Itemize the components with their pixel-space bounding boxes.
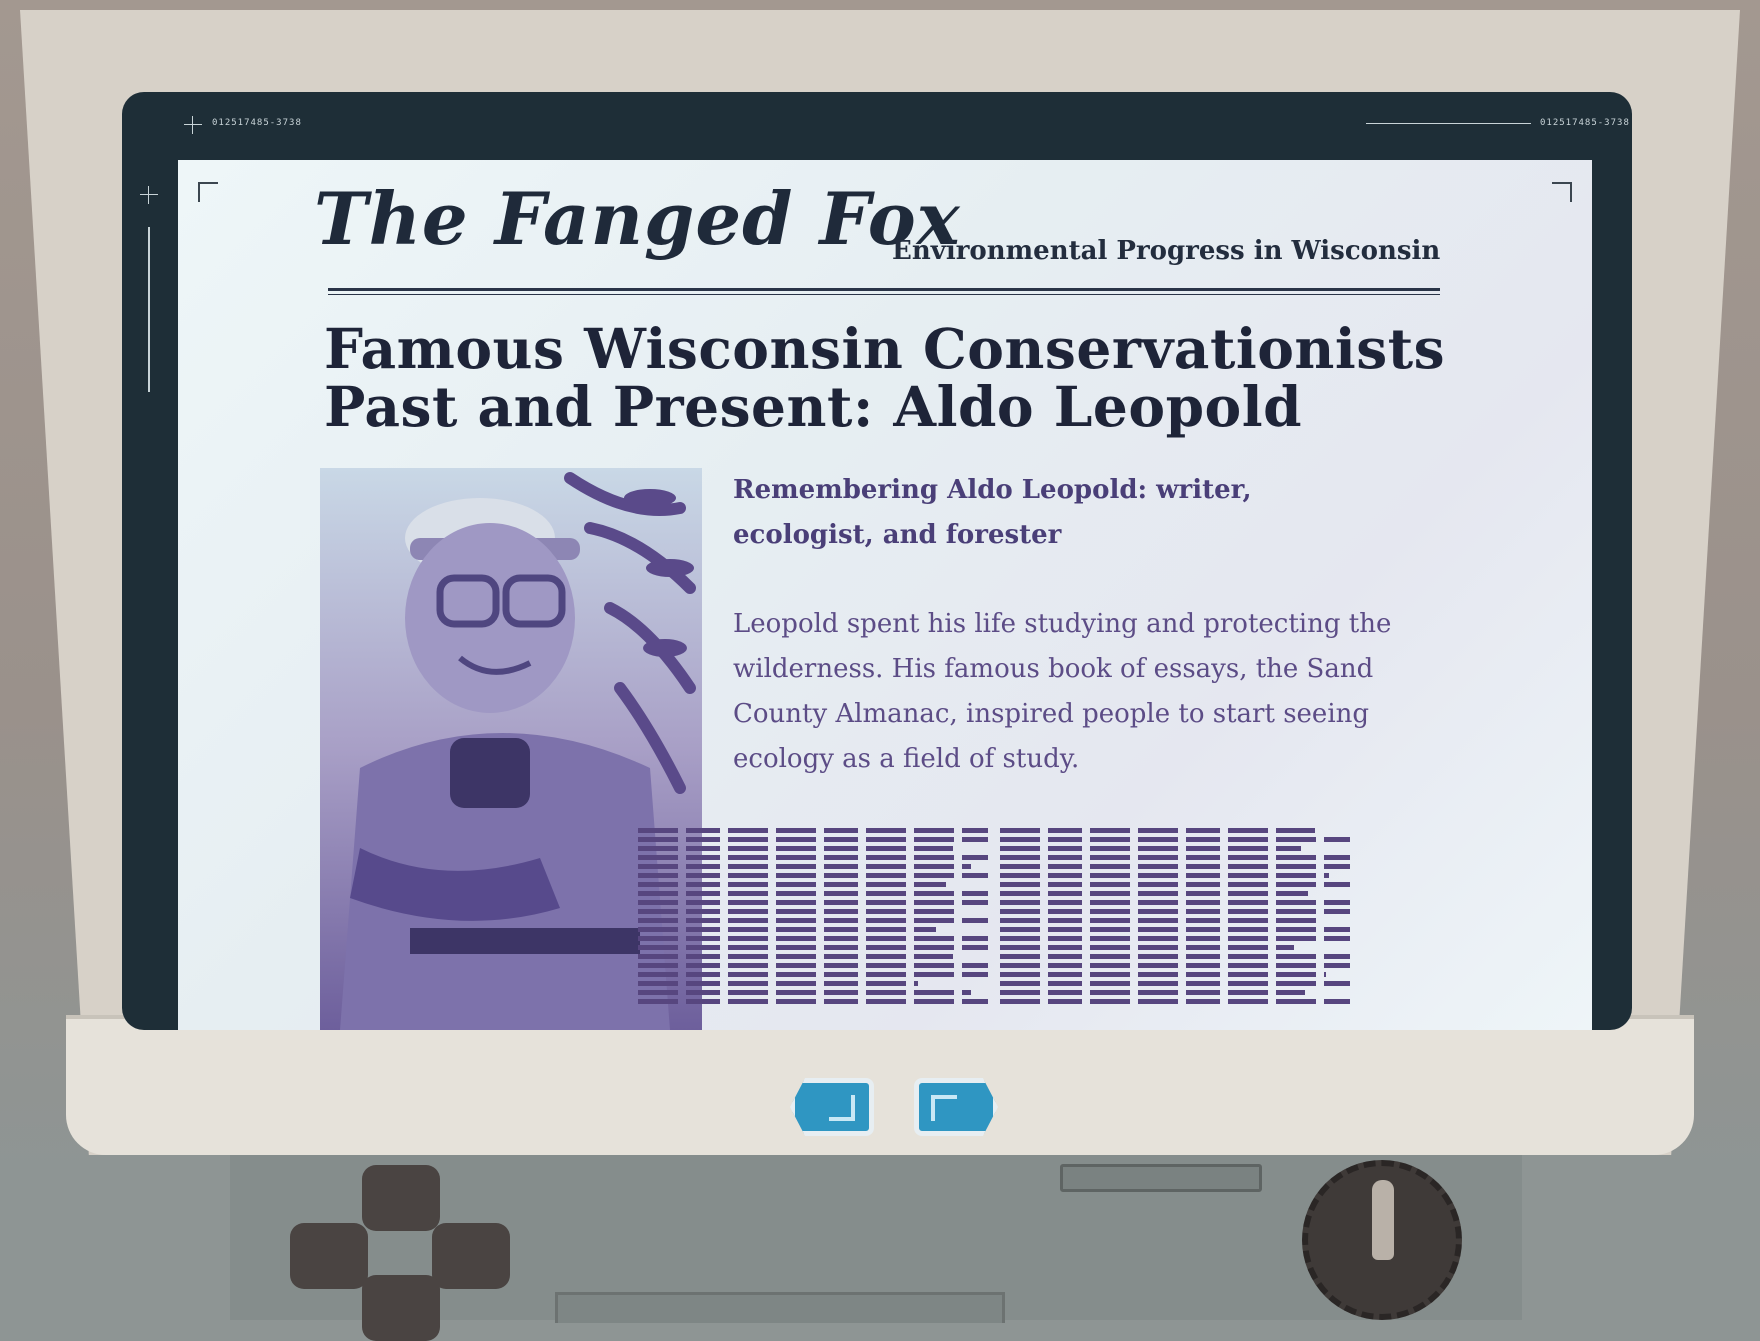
newspaper-page: The Fanged Fox Environmental Progress in… bbox=[178, 160, 1592, 1030]
dpad-down bbox=[362, 1275, 440, 1341]
dpad-left bbox=[290, 1223, 368, 1289]
arrow-right-icon bbox=[931, 1095, 957, 1121]
hud-code-left: 012517485-3738 bbox=[212, 118, 302, 128]
dpad-icon bbox=[290, 1165, 510, 1341]
hud-code-right: 012517485-3738 bbox=[1540, 118, 1630, 128]
hud-line-right bbox=[1366, 123, 1531, 124]
greeked-text-column-2 bbox=[1000, 828, 1350, 1028]
corner-mark-tr bbox=[1552, 182, 1572, 202]
hud-crosshair-v bbox=[192, 116, 193, 134]
prev-page-button[interactable] bbox=[790, 1078, 874, 1136]
greeked-text-column-1 bbox=[638, 828, 988, 1028]
article-body: Leopold spent his life studying and prot… bbox=[733, 609, 1392, 774]
newspaper-tagline: Environmental Progress in Wisconsin bbox=[892, 236, 1441, 266]
console-slot bbox=[1060, 1164, 1262, 1192]
arrow-left-icon bbox=[829, 1095, 855, 1121]
headline-line-1: Famous Wisconsin Conservationists bbox=[324, 316, 1446, 381]
article-headline: Famous Wisconsin Conservationists Past a… bbox=[324, 320, 1474, 436]
masthead-rule-thin bbox=[328, 294, 1440, 295]
newspaper-masthead: The Fanged Fox bbox=[314, 176, 961, 261]
console-vent bbox=[555, 1292, 1005, 1323]
corner-mark-tl bbox=[198, 182, 218, 202]
article-subhead: Remembering Aldo Leopold: writer, ecolog… bbox=[733, 475, 1252, 550]
monitor-bezel-lip bbox=[66, 1015, 1694, 1155]
hud-crosshair-left-v bbox=[148, 186, 149, 204]
next-page-button[interactable] bbox=[914, 1078, 998, 1136]
dial-knob-indicator bbox=[1372, 1180, 1394, 1260]
headline-line-2: Past and Present: Aldo Leopold bbox=[324, 374, 1303, 439]
hud-crosshair-h bbox=[184, 124, 202, 125]
dpad-up bbox=[362, 1165, 440, 1231]
hud-crosshair-left-h bbox=[140, 194, 158, 195]
hud-scrollbar bbox=[148, 227, 150, 392]
dpad-right bbox=[432, 1223, 510, 1289]
masthead-rule bbox=[328, 288, 1440, 291]
